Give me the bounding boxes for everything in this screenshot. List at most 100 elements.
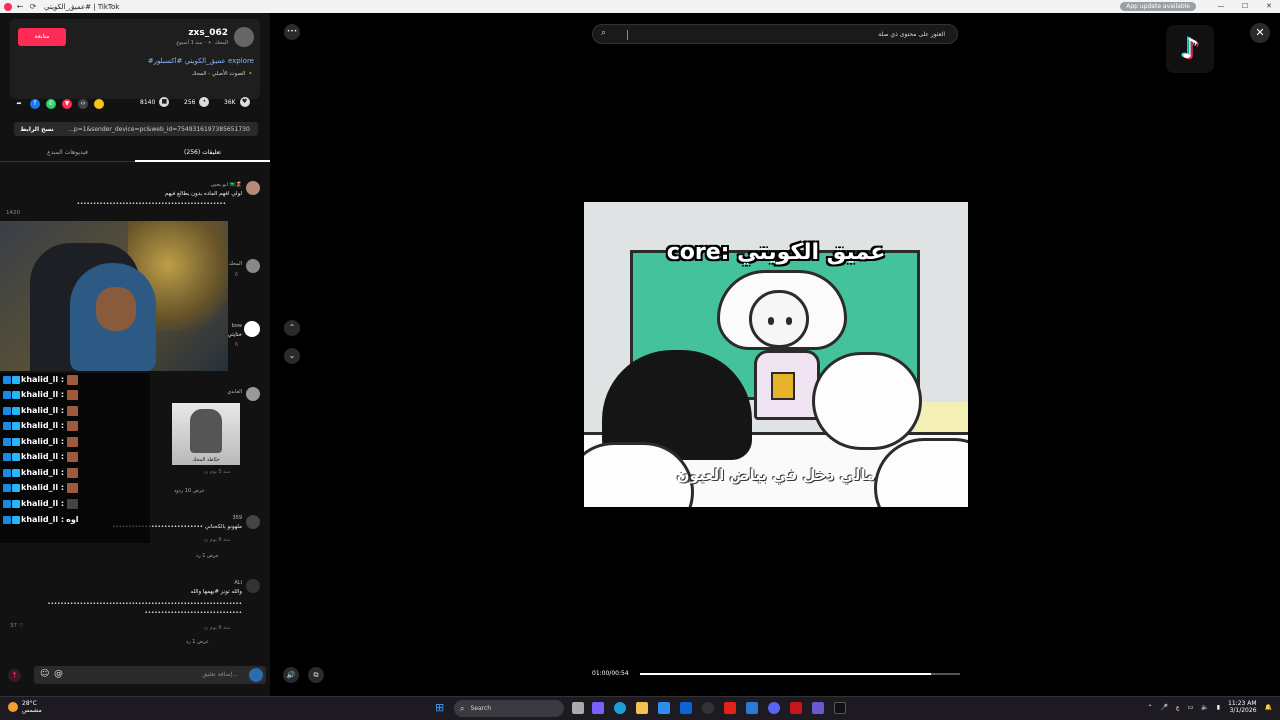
emoji-icon[interactable]: ☺	[40, 669, 49, 679]
comment-meta: منذ 5 يوم رد	[203, 469, 230, 475]
commenter-name[interactable]: bow	[232, 323, 242, 329]
reload-button[interactable]: ⟳	[28, 2, 38, 11]
coin-icon[interactable]	[94, 99, 104, 109]
post-sound[interactable]: الصوت الأصلي - المحك 🔸	[192, 71, 254, 77]
comment-icon[interactable]: •	[199, 97, 210, 107]
windows-start-icon[interactable]: ⊞	[435, 702, 447, 714]
vscode-icon[interactable]	[746, 702, 758, 714]
whatsapp-icon[interactable]: ✆	[46, 99, 56, 109]
likes-stat[interactable]: 36K ♥	[224, 97, 250, 107]
commenter-avatar[interactable]	[246, 387, 260, 401]
view-replies-button[interactable]: عرض 1 رد	[196, 553, 219, 559]
volume-button[interactable]: 🔊	[283, 667, 299, 683]
teams-icon[interactable]	[812, 702, 824, 714]
notifications-icon[interactable]: 🔔	[1265, 704, 1272, 711]
commenter-avatar[interactable]	[246, 515, 260, 529]
chat-message: khalid_ll :	[3, 497, 79, 510]
commenter-name[interactable]: المحك	[229, 261, 242, 267]
search-icon[interactable]: ⌕	[601, 28, 606, 38]
comment-likes[interactable]: 1420	[6, 210, 20, 216]
mic-icon[interactable]: 🎤	[1160, 704, 1167, 711]
youtube-red-icon[interactable]	[790, 702, 802, 714]
task-view-icon[interactable]	[572, 702, 584, 714]
tab-creator-videos[interactable]: فيديوهات المبدع	[0, 146, 135, 162]
discord-icon[interactable]	[768, 702, 780, 714]
likes-count: 36K	[224, 98, 236, 106]
tab-comments[interactable]: تعليقات (256)	[135, 146, 270, 162]
youtube-icon[interactable]	[724, 702, 736, 714]
progress-track[interactable]	[640, 673, 960, 675]
comment-likes[interactable]: 37 ♡	[10, 623, 24, 629]
back-button[interactable]: ←	[15, 2, 25, 11]
mention-icon[interactable]: @	[54, 669, 63, 679]
clock[interactable]: 11:23 AM 3/1/2026	[1228, 700, 1256, 714]
video-player[interactable]: ⌕ العثور على محتوى ذي صلة core: عميق الك…	[584, 13, 968, 696]
tray-chevron-icon[interactable]: ⌃	[1147, 704, 1152, 711]
share-link-text[interactable]: ...p=1&sender_device=pc&web_id=754931619…	[60, 126, 258, 133]
obs-icon[interactable]	[702, 702, 714, 714]
more-options-button[interactable]: •••	[284, 24, 300, 40]
commenter-avatar[interactable]	[244, 321, 260, 337]
chat-last-message: اوه	[66, 515, 79, 524]
search-bar[interactable]: ⌕ العثور على محتوى ذي صلة	[592, 24, 958, 44]
heart-icon[interactable]: ♥	[239, 97, 250, 107]
saves-stat[interactable]: 8140 ■	[140, 97, 170, 107]
store-icon[interactable]	[658, 702, 670, 714]
chat-badge-icon	[3, 499, 11, 508]
commenter-name[interactable]: العابدي	[227, 389, 242, 395]
network-icon[interactable]: ▭	[1188, 704, 1194, 711]
sticker-caption: خيّاطة المحك	[192, 457, 220, 463]
follow-button[interactable]: متابعة	[18, 28, 66, 46]
commenter-name[interactable]: ALI	[234, 580, 242, 586]
facebook-icon[interactable]: f	[30, 99, 40, 109]
commenter-avatar[interactable]	[246, 259, 260, 273]
next-video-button[interactable]: ⌄	[284, 348, 300, 364]
language-indicator[interactable]: ع	[1176, 704, 1180, 711]
maximize-button[interactable]: ☐	[1234, 0, 1256, 13]
taskbar-search[interactable]: ⌕ Search	[454, 700, 564, 717]
miniplayer-button[interactable]: ⧉	[308, 667, 324, 683]
commenter-name[interactable]: 359	[232, 515, 242, 521]
scroll-top-icon[interactable]: ↑	[8, 669, 21, 682]
mail-icon[interactable]	[680, 702, 692, 714]
app-update-badge[interactable]: App update available	[1120, 2, 1196, 11]
share-icon[interactable]: ➦	[14, 99, 24, 109]
file-explorer-icon[interactable]	[636, 702, 648, 714]
weather-widget[interactable]: 28°C مشمس	[8, 700, 42, 714]
embed-icon[interactable]: ‹›	[78, 99, 88, 109]
stream-chat-overlay: khalid_ll : khalid_ll : khalid_ll : khal…	[0, 373, 150, 543]
comment-text: لولي افهم الماده بدون يطالع فيهم	[164, 191, 242, 197]
sticker-figure	[190, 409, 222, 453]
commenter-name[interactable]: ابو يحيى 🇸🇦🌋	[211, 182, 242, 188]
post-comment-icon[interactable]	[249, 668, 263, 682]
view-replies-button[interactable]: عرض 10 ردود	[174, 488, 205, 494]
video-caption-top: core: عميق الكويتي	[666, 240, 886, 265]
chat-badge-icon	[12, 390, 20, 399]
chat-emote-icon	[67, 451, 79, 462]
tiktok-taskbar-icon[interactable]	[834, 702, 846, 714]
edge-icon[interactable]	[614, 702, 626, 714]
bookmark-icon[interactable]: ■	[159, 97, 170, 107]
search-input[interactable]: العثور على محتوى ذي صلة	[878, 31, 945, 38]
previous-video-button[interactable]: ⌃	[284, 320, 300, 336]
view-replies-button[interactable]: عرض 1 رد	[186, 639, 209, 645]
video-frame[interactable]: core: عميق الكويتي مالي دخل في بياض العي…	[584, 202, 968, 507]
commenter-avatar[interactable]	[246, 579, 260, 593]
creator-username[interactable]: zxs_062	[188, 28, 228, 38]
commenter-avatar[interactable]	[246, 181, 260, 195]
creator-avatar[interactable]	[234, 27, 254, 47]
battery-icon[interactable]: ▮	[1217, 704, 1220, 711]
copilot-icon[interactable]	[592, 702, 604, 714]
chat-username: khalid_ll :	[21, 390, 65, 399]
post-hashtags[interactable]: #عميق_الكويتي #اكسبلور explore	[148, 57, 254, 65]
minimize-button[interactable]: —	[1210, 0, 1232, 13]
comments-stat[interactable]: 256 •	[184, 97, 210, 107]
comment-sticker-image[interactable]: خيّاطة المحك	[172, 403, 240, 465]
comment-input[interactable]: ☺ @ إضافة تعليق...	[34, 666, 266, 684]
copy-link-button[interactable]: نسخ الرابط	[14, 126, 60, 133]
close-icon[interactable]: ✕	[1250, 23, 1270, 43]
speaker-icon[interactable]: 🔈	[1201, 704, 1208, 711]
chat-emote-icon	[67, 482, 79, 493]
send-icon[interactable]: ▼	[62, 99, 72, 109]
close-window-button[interactable]: ✕	[1258, 0, 1280, 13]
